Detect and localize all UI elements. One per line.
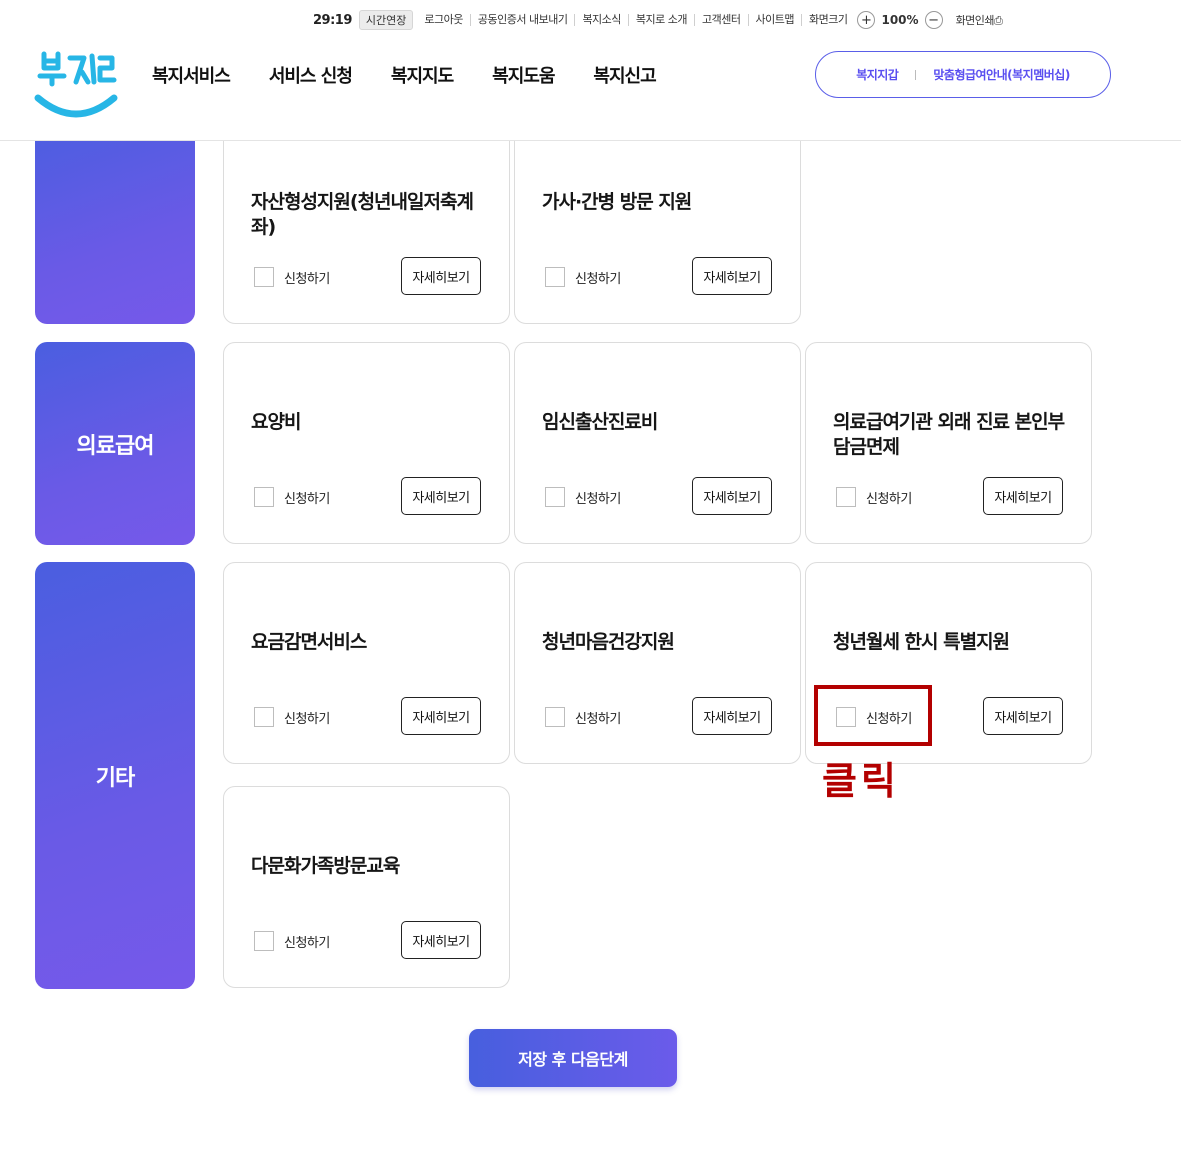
service-card: 의료급여기관 외래 진료 본인부담금면제 신청하기 자세히보기: [805, 342, 1092, 544]
utility-bar: 29:19 시간연장 로그아웃 공동인증서 내보내기 복지소식 복지로 소개 고…: [313, 9, 1003, 31]
detail-button[interactable]: 자세히보기: [692, 477, 772, 515]
category-block-etc: 기타: [35, 562, 195, 989]
apply-checkbox[interactable]: [254, 707, 274, 727]
apply-checkbox[interactable]: [545, 707, 565, 727]
service-title: 요금감면서비스: [251, 631, 367, 653]
service-card: 가사·간병 방문 지원 신청하기 자세히보기: [514, 141, 801, 324]
apply-label[interactable]: 신청하기: [866, 488, 912, 507]
zoom-in-button[interactable]: +: [857, 11, 876, 29]
detail-button[interactable]: 자세히보기: [401, 921, 481, 959]
pill-divider: [915, 69, 917, 80]
session-timer: 29:19: [313, 12, 352, 28]
service-title: 다문화가족방문교육: [251, 855, 400, 877]
service-card: 요양비 신청하기 자세히보기: [223, 342, 510, 544]
print-label: 화면인쇄: [955, 14, 995, 27]
quick-links-pill: 복지지갑 맞춤형급여안내(복지멤버십): [815, 51, 1111, 98]
logo-icon: [34, 51, 118, 118]
apply-checkbox[interactable]: [254, 267, 274, 287]
apply-checkbox[interactable]: [545, 487, 565, 507]
print-button[interactable]: 화면인쇄⎙: [956, 12, 1003, 28]
service-title: 청년마음건강지원: [542, 631, 675, 653]
service-card: 자산형성지원(청년내일저축계좌) 신청하기 자세히보기: [223, 141, 510, 324]
customer-center-link[interactable]: 고객센터: [694, 14, 747, 26]
service-title: 가사·간병 방문 지원: [542, 191, 692, 213]
logout-link[interactable]: 로그아웃: [417, 14, 469, 26]
click-annotation-label: 클릭: [822, 759, 900, 803]
apply-label[interactable]: 신청하기: [284, 488, 330, 507]
apply-label[interactable]: 신청하기: [575, 708, 621, 727]
detail-button[interactable]: 자세히보기: [692, 257, 772, 295]
service-list: 의료급여 기타 자산형성지원(청년내일저축계좌) 신청하기 자세히보기 가사·간…: [0, 141, 1181, 1151]
site-logo[interactable]: [32, 48, 122, 126]
detail-button[interactable]: 자세히보기: [401, 697, 481, 735]
apply-label[interactable]: 신청하기: [575, 488, 621, 507]
main-navigation: 복지서비스 서비스 신청 복지지도 복지도움 복지신고: [152, 62, 695, 88]
apply-label[interactable]: 신청하기: [284, 708, 330, 727]
service-card: 요금감면서비스 신청하기 자세히보기: [223, 562, 510, 764]
apply-checkbox[interactable]: [254, 931, 274, 951]
category-block-medical: 의료급여: [35, 342, 195, 545]
printer-icon: ⎙: [994, 14, 1003, 27]
service-title: 청년월세 한시 특별지원: [833, 631, 1010, 653]
detail-button[interactable]: 자세히보기: [983, 697, 1063, 735]
extend-session-button[interactable]: 시간연장: [358, 10, 414, 30]
apply-checkbox[interactable]: [254, 487, 274, 507]
service-card: 임신출산진료비 신청하기 자세히보기: [514, 342, 801, 544]
click-highlight-box: [814, 685, 932, 746]
about-link[interactable]: 복지로 소개: [627, 14, 694, 26]
category-label: 의료급여: [76, 433, 155, 459]
custom-benefit-link[interactable]: 맞춤형급여안내(복지멤버십): [933, 66, 1070, 83]
detail-button[interactable]: 자세히보기: [983, 477, 1063, 515]
nav-welfare-map[interactable]: 복지지도: [391, 62, 454, 88]
category-block-asset: [35, 141, 195, 324]
apply-label[interactable]: 신청하기: [284, 268, 330, 287]
nav-welfare-service[interactable]: 복지서비스: [152, 62, 231, 88]
service-title: 임신출산진료비: [542, 411, 658, 433]
category-label: 기타: [95, 765, 135, 791]
save-next-button[interactable]: 저장 후 다음단계: [469, 1029, 677, 1087]
apply-label[interactable]: 신청하기: [284, 932, 330, 951]
detail-button[interactable]: 자세히보기: [692, 697, 772, 735]
screen-size-label: 화면크기: [801, 14, 854, 26]
apply-checkbox[interactable]: [836, 487, 856, 507]
detail-button[interactable]: 자세히보기: [401, 257, 481, 295]
nav-welfare-help[interactable]: 복지도움: [492, 62, 555, 88]
apply-label[interactable]: 신청하기: [575, 268, 621, 287]
service-card: 다문화가족방문교육 신청하기 자세히보기: [223, 786, 510, 988]
welfare-wallet-link[interactable]: 복지지갑: [856, 66, 899, 83]
service-title: 의료급여기관 외래 진료 본인부담금면제: [833, 411, 1065, 458]
apply-checkbox[interactable]: [545, 267, 565, 287]
service-card: 청년마음건강지원 신청하기 자세히보기: [514, 562, 801, 764]
zoom-out-button[interactable]: −: [924, 11, 943, 29]
service-title: 요양비: [251, 411, 301, 433]
sitemap-link[interactable]: 사이트맵: [747, 14, 801, 26]
zoom-value: 100%: [881, 13, 919, 27]
nav-welfare-report[interactable]: 복지신고: [593, 62, 656, 88]
detail-button[interactable]: 자세히보기: [401, 477, 481, 515]
service-title: 자산형성지원(청년내일저축계좌): [251, 191, 474, 238]
nav-service-apply[interactable]: 서비스 신청: [269, 62, 353, 88]
cert-export-link[interactable]: 공동인증서 내보내기: [469, 14, 575, 26]
news-link[interactable]: 복지소식: [574, 14, 627, 26]
